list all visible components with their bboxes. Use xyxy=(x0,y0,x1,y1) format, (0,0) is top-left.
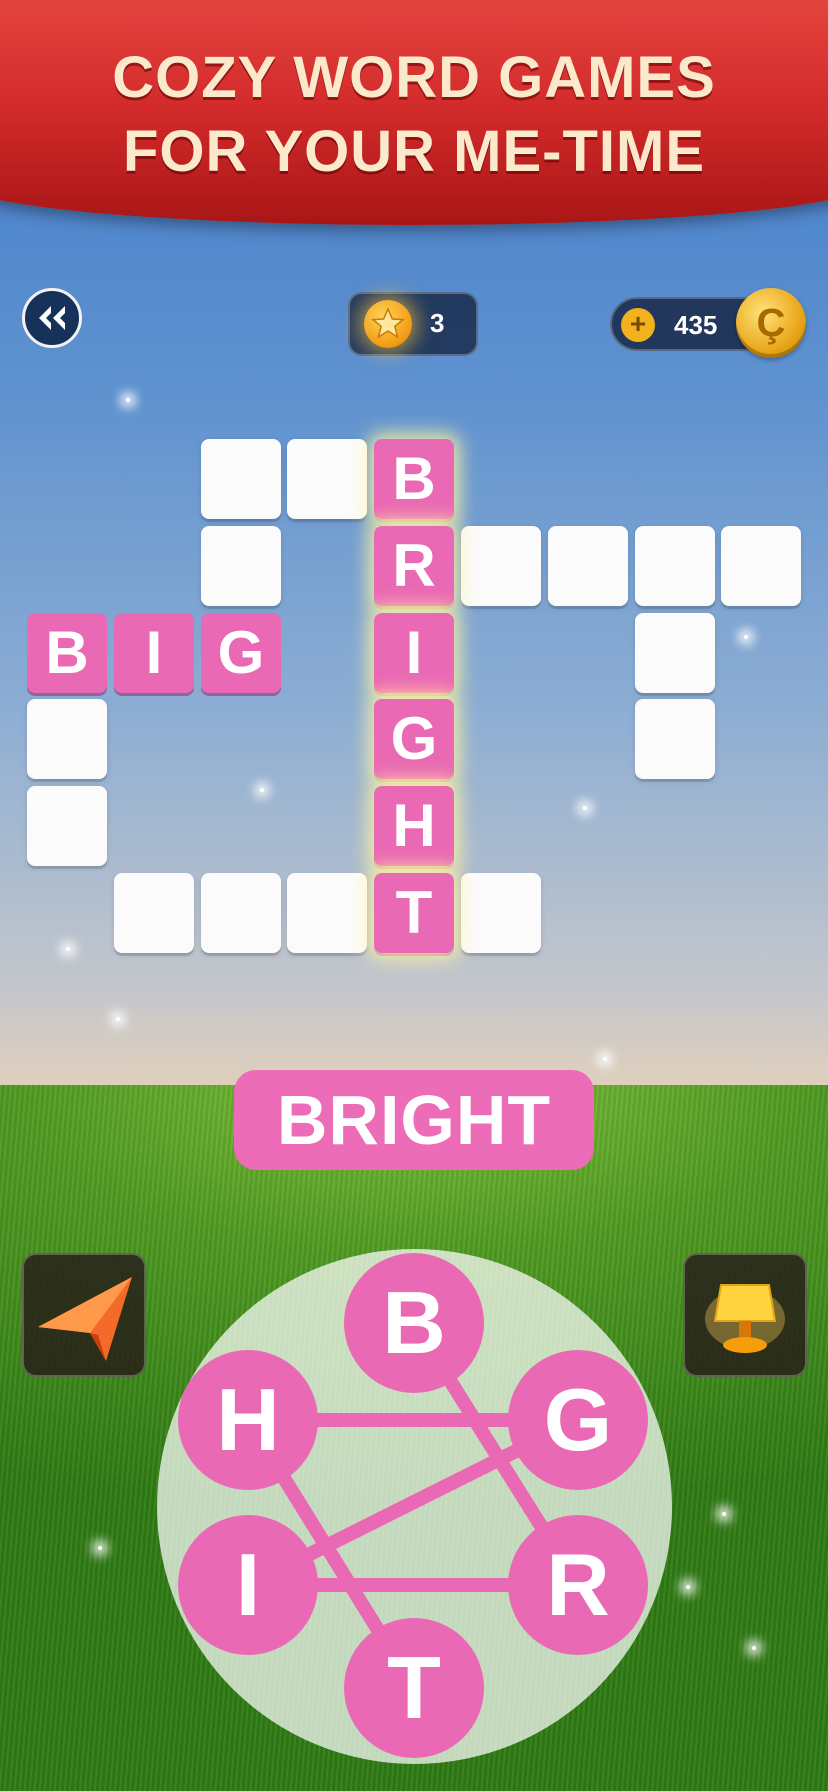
wheel-letter-g[interactable]: G xyxy=(508,1350,648,1490)
wheel-letter-i[interactable]: I xyxy=(178,1515,318,1655)
wheel-connection-lines xyxy=(241,1316,585,1695)
wheel-letter-r[interactable]: R xyxy=(508,1515,648,1655)
wheel-letter-t[interactable]: T xyxy=(344,1618,484,1758)
wheel-letter-b[interactable]: B xyxy=(344,1253,484,1393)
game-scene: COZY WORD GAMES FOR YOUR ME-TIME 3 + 435… xyxy=(0,0,828,1791)
wheel-letter-h[interactable]: H xyxy=(178,1350,318,1490)
